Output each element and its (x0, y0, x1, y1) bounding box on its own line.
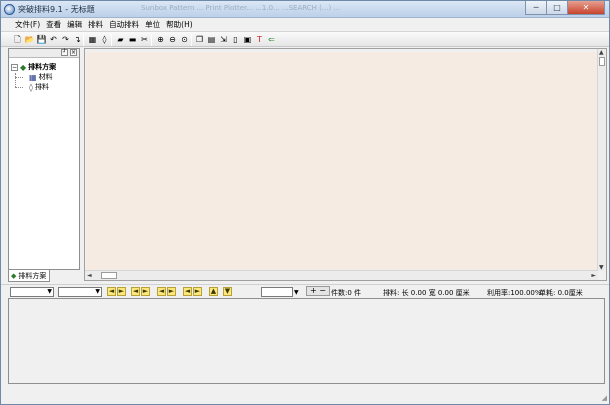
rotate-icon[interactable]: ↴ (72, 34, 83, 45)
menu-bar: 文件(F) 查看 编辑 排料 自动排料 单位 帮助(H) (1, 18, 609, 31)
exit-icon[interactable]: ⇐ (266, 34, 277, 45)
control-bar: ▼ ▼ ◄ ► ◄ ► ◄ ► ◄ ► ▲ ▼ ▼ + − 件数:0 件 排料:… (1, 284, 609, 297)
tag-icon[interactable]: ◊ (99, 34, 110, 45)
menu-unit[interactable]: 单位 (142, 19, 163, 30)
zoom-fit-icon[interactable]: ⊙ (179, 34, 190, 45)
pieces-panel[interactable] (8, 298, 605, 384)
move-left-icon[interactable]: ◄ (107, 287, 116, 296)
panel-header: ┘ × (9, 49, 79, 58)
layout-canvas[interactable] (86, 52, 598, 270)
toolbar-separator (111, 34, 112, 46)
piece-select[interactable]: ▼ (58, 287, 102, 297)
copy-icon[interactable]: ❐ (194, 34, 205, 45)
zoom-stepper[interactable]: + − (306, 286, 330, 296)
zoom-value-input[interactable] (261, 287, 293, 297)
unit-consumption: 单耗: 0.0厘米 (539, 289, 583, 297)
document-icon[interactable]: ▯ (230, 34, 241, 45)
app-window: 突破排料9.1 - 无标题 Sunbox Pattern ... Print P… (0, 0, 610, 405)
close-button[interactable]: ✕ (567, 1, 605, 15)
export-icon[interactable]: ⇲ (218, 34, 229, 45)
scissors-icon[interactable]: ✂ (139, 34, 150, 45)
toolbar-separator (191, 34, 192, 46)
move-right-icon[interactable]: ► (141, 287, 150, 296)
background-window-text: Sunbox Pattern ... Print Plotter... ...1… (141, 4, 341, 12)
chevron-down-icon: ▼ (47, 288, 52, 295)
ruler-icon[interactable]: ▬ (127, 34, 138, 45)
move-right-icon[interactable]: ► (193, 287, 202, 296)
tree-item-label: 排料 (34, 83, 49, 91)
panel-close-icon[interactable]: × (70, 49, 77, 56)
tree-connector (15, 77, 23, 78)
scheme-tree-panel: ┘ × − ◆ 排料方案 ▦ 材料 ◊ 排料 (8, 48, 80, 270)
move-left-icon[interactable]: ◄ (157, 287, 166, 296)
layout-size: 排料: 长 0.00 宽 0.00 厘米 (383, 289, 470, 297)
utilization-rate: 利用率:100.00% (487, 289, 542, 297)
layout-canvas-area: ▲ ▼ ◄ ► (84, 48, 607, 281)
menu-auto-layout[interactable]: 自动排料 (106, 19, 142, 30)
move-right-icon[interactable]: ► (167, 287, 176, 296)
pin-icon[interactable]: ┘ (61, 49, 68, 56)
vertical-scrollbar[interactable]: ▲ ▼ (597, 49, 606, 271)
tree-connector (15, 73, 16, 87)
menu-edit[interactable]: 编辑 (64, 19, 85, 30)
menu-layout[interactable]: 排料 (85, 19, 106, 30)
window-controls: ─ □ ✕ (525, 1, 605, 15)
tree-root-label: 排料方案 (28, 63, 57, 71)
toolbar-separator (151, 34, 152, 46)
window-title: 突破排料9.1 - 无标题 (18, 5, 95, 14)
scroll-up-icon[interactable]: ▲ (599, 49, 604, 56)
tree-item-label: 材料 (38, 73, 53, 81)
scroll-left-icon[interactable]: ◄ (87, 272, 92, 279)
tree-item-layout[interactable]: ◊ 排料 (29, 82, 49, 92)
new-file-icon[interactable]: 🗋 (12, 34, 23, 45)
scroll-right-icon[interactable]: ► (591, 272, 596, 279)
piece-count: 件数:0 件 (331, 289, 362, 297)
tag-icon: ◊ (29, 82, 33, 92)
grid-icon: ▦ (29, 72, 37, 82)
menu-view[interactable]: 查看 (43, 19, 64, 30)
scheme-icon: ◆ (20, 62, 27, 72)
tab-label: 排料方案 (18, 271, 47, 280)
toolbar: 🗋 📂 💾 ↶ ↷ ↴ ▦ ◊ ▰ ▬ ✂ ⊕ ⊖ ⊙ ❐ ▤ ⇲ ▯ ▣ T … (1, 31, 609, 47)
toolbar-separator (83, 34, 84, 46)
move-left-icon[interactable]: ◄ (131, 287, 140, 296)
menu-help[interactable]: 帮助(H) (163, 19, 196, 30)
pieces-icon[interactable]: ▤ (206, 34, 217, 45)
maximize-button[interactable]: □ (546, 1, 568, 15)
text-icon[interactable]: T (254, 34, 265, 45)
menu-file[interactable]: 文件(F) (12, 19, 43, 30)
chevron-down-icon: ▼ (95, 288, 100, 295)
material-select[interactable]: ▼ (10, 287, 54, 297)
scheme-icon: ◆ (11, 271, 17, 280)
layout-icon[interactable]: ▰ (115, 34, 126, 45)
tree-connector (15, 87, 23, 88)
vertical-scroll-thumb[interactable] (599, 57, 605, 66)
horizontal-scroll-thumb[interactable] (101, 272, 117, 279)
title-bar: 突破排料9.1 - 无标题 Sunbox Pattern ... Print P… (1, 1, 609, 18)
grid-icon[interactable]: ▦ (87, 34, 98, 45)
tree-root-row[interactable]: − ◆ 排料方案 (11, 62, 56, 72)
collapse-icon[interactable]: − (11, 63, 18, 71)
undo-icon[interactable]: ↶ (48, 34, 59, 45)
scroll-down-icon[interactable]: ▼ (599, 264, 604, 271)
minimize-button[interactable]: ─ (525, 1, 547, 15)
move-right-icon[interactable]: ► (117, 287, 126, 296)
tab-layout-scheme[interactable]: ◆ 排料方案 (8, 270, 50, 282)
zoom-out-icon[interactable]: ⊖ (167, 34, 178, 45)
horizontal-scrollbar[interactable]: ◄ ► (85, 270, 598, 280)
move-left-icon[interactable]: ◄ (183, 287, 192, 296)
move-up-icon[interactable]: ▲ (209, 287, 218, 296)
open-folder-icon[interactable]: 📂 (24, 34, 35, 45)
resize-grip-icon[interactable]: ◢ (602, 394, 607, 402)
app-icon[interactable] (4, 4, 15, 15)
zoom-in-icon[interactable]: ⊕ (155, 34, 166, 45)
save-icon[interactable]: 💾 (36, 34, 47, 45)
move-down-icon[interactable]: ▼ (223, 287, 232, 296)
picture-icon[interactable]: ▣ (242, 34, 253, 45)
tree-item-material[interactable]: ▦ 材料 (29, 72, 53, 82)
chevron-down-icon[interactable]: ▼ (294, 289, 299, 296)
redo-icon[interactable]: ↷ (60, 34, 71, 45)
bottom-status-strip: ◢ (1, 389, 609, 404)
